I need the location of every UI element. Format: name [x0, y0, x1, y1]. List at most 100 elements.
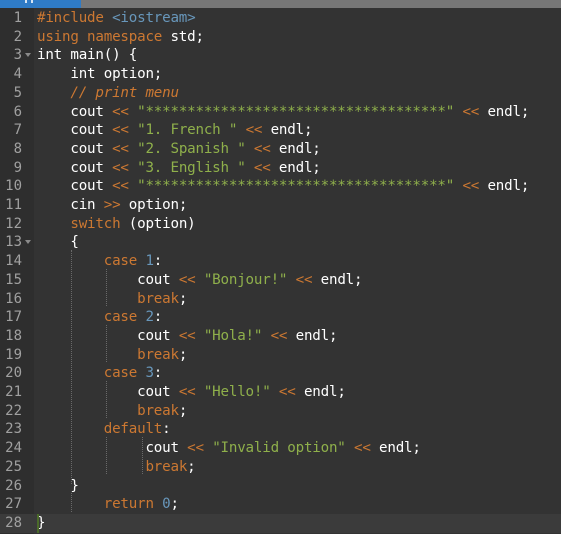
line-number: 13: [5, 234, 22, 251]
code-token: int option;: [37, 66, 163, 83]
line-number: 8: [13, 140, 22, 157]
code-text: #include <iostream>: [37, 9, 196, 28]
code-line[interactable]: 6 cout << "*****************************…: [0, 103, 561, 122]
code-text: case 2:: [37, 308, 163, 327]
code-token: cout: [37, 103, 113, 120]
indent-guide: [106, 269, 107, 306]
line-number: 1: [13, 10, 22, 26]
code-text: default:: [37, 420, 171, 439]
code-line[interactable]: 7 cout << "1. French " << endl;: [0, 121, 561, 140]
code-line[interactable]: 17 case 2:: [0, 308, 561, 327]
code-text: int option;: [37, 65, 162, 84]
code-line[interactable]: 9 cout << "3. English " << endl;: [0, 159, 561, 178]
code-token: :: [153, 253, 163, 270]
code-token: ;: [178, 290, 188, 307]
code-line[interactable]: 19 break;: [0, 346, 561, 365]
code-token: endl;: [479, 103, 530, 120]
tab-label-fragment: [25, 0, 33, 3]
code-line[interactable]: 1 #include <iostream>: [0, 9, 561, 28]
code-token: endl;: [270, 159, 321, 176]
indent-guide: [106, 325, 107, 362]
code-line[interactable]: 13 {: [0, 233, 561, 252]
line-number: 19: [5, 346, 22, 363]
code-line[interactable]: 27 return 0;: [0, 495, 561, 514]
code-text: case 1:: [37, 252, 163, 271]
line-number: 16: [5, 290, 22, 307]
code-editor[interactable]: 1 #include <iostream> 2 using namespace std…: [0, 8, 561, 534]
line-number: 6: [13, 103, 22, 120]
code-text: cout << "Bonjour!" << endl;: [37, 271, 362, 290]
code-token: cout: [37, 159, 113, 176]
keyword-token: case: [103, 253, 146, 270]
keyword-token: break: [145, 458, 188, 475]
code-token: cout: [37, 440, 188, 457]
code-token: :: [153, 309, 163, 326]
code-token: cout: [37, 122, 113, 139]
code-token: ;: [187, 458, 196, 475]
code-line[interactable]: 20 case 3:: [0, 364, 561, 383]
code-line[interactable]: 22 break;: [0, 402, 561, 421]
operator-token: <<: [295, 271, 313, 288]
line-number: 4: [13, 66, 22, 83]
code-token: cout: [37, 140, 113, 157]
operator-token: <<: [178, 384, 196, 400]
line-number: 27: [5, 496, 22, 513]
keyword-token: break: [137, 346, 179, 363]
code-text: cout << "*******************************…: [37, 177, 529, 196]
line-number: 20: [5, 365, 22, 382]
code-token: cout: [37, 327, 179, 344]
code-text: break;: [37, 458, 196, 477]
tab-active-file[interactable]: [0, 0, 81, 8]
code-line[interactable]: 24 cout << "Invalid option" << endl;: [0, 439, 561, 458]
line-number: 11: [5, 197, 22, 213]
line-number: 26: [5, 477, 22, 494]
code-line[interactable]: 2 using namespace std;: [0, 28, 561, 47]
code-token: endl;: [312, 271, 363, 288]
code-text: return 0;: [37, 495, 179, 514]
fold-arrow-icon[interactable]: [25, 53, 31, 58]
code-line[interactable]: 25 break;: [0, 458, 561, 477]
code-line[interactable]: 23 default:: [0, 420, 561, 439]
code-text: case 3:: [37, 364, 163, 383]
code-line[interactable]: 28}: [0, 513, 561, 533]
string-literal: "Hola!": [203, 327, 263, 344]
include-path-token: <iostream>: [112, 10, 196, 26]
operator-token: <<: [178, 327, 196, 344]
keyword-token: break: [137, 290, 179, 307]
code-line[interactable]: 10 cout << "****************************…: [0, 177, 561, 196]
string-literal: "************************************": [137, 178, 455, 195]
code-text: cout << "Hola!" << endl;: [37, 327, 337, 346]
code-line[interactable]: 14 case 1:: [0, 252, 561, 271]
fold-arrow-icon[interactable]: [25, 240, 31, 245]
code-line[interactable]: 12 switch (option): [0, 215, 561, 234]
number-literal: 1: [145, 253, 154, 270]
code-line[interactable]: 8 cout << "2. Spanish " << endl;: [0, 140, 561, 159]
code-line[interactable]: 11 cin >> option;: [0, 196, 561, 215]
tab-bar: [0, 0, 561, 8]
code-text: using namespace std;: [37, 28, 204, 47]
code-line[interactable]: 18 cout << "Hola!" << endl;: [0, 327, 561, 346]
code-text: cout << "Invalid option" << endl;: [37, 439, 421, 458]
line-number: 17: [5, 309, 22, 326]
code-line[interactable]: 15 cout << "Bonjour!" << endl;: [0, 271, 561, 290]
string-literal: "2. Spanish ": [137, 140, 246, 157]
code-token: cout: [37, 384, 179, 400]
code-text: cout << "3. English " << endl;: [37, 159, 321, 178]
code-text: }: [37, 477, 79, 496]
code-text: cin >> option;: [37, 196, 187, 215]
code-token: (option): [120, 215, 196, 232]
code-token: endl;: [270, 140, 321, 157]
code-line[interactable]: 3 int main() {: [0, 46, 561, 65]
code-line[interactable]: 21 cout << "Hello!" << endl;: [0, 383, 561, 402]
code-line[interactable]: 5 // print menu: [0, 84, 561, 103]
code-line[interactable]: 16 break;: [0, 290, 561, 309]
code-line[interactable]: 4 int option;: [0, 65, 561, 84]
code-line[interactable]: 26 }: [0, 477, 561, 496]
